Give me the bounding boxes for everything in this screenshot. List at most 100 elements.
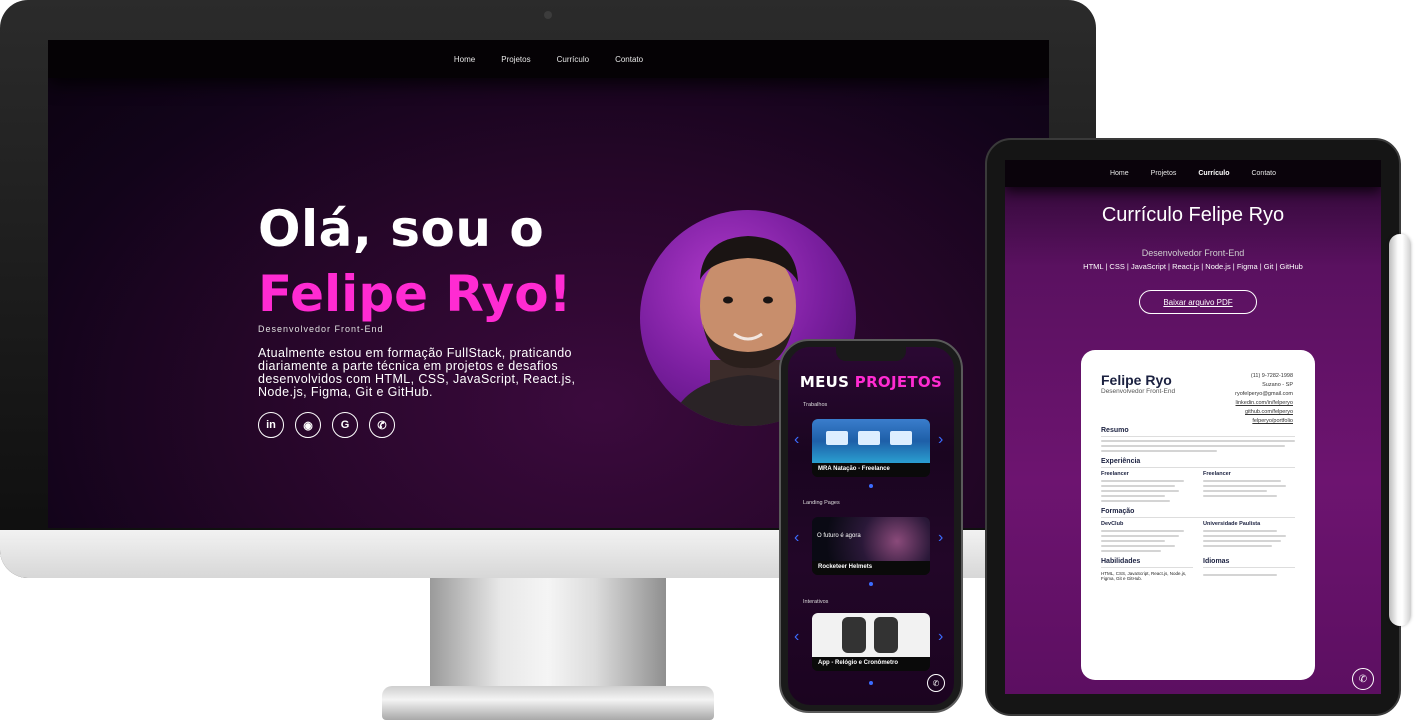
text-line — [1203, 540, 1282, 542]
tablet-nav-home[interactable]: Home — [1110, 170, 1129, 177]
location-contact: Suzano - SP — [1262, 382, 1293, 388]
whatsapp-floating-icon[interactable]: ✆ — [927, 674, 945, 692]
nav-projetos[interactable]: Projetos — [501, 55, 530, 64]
text-line — [1203, 530, 1277, 532]
resume-section-experience: Experiência — [1101, 458, 1295, 468]
resume-section-skills: Habilidades — [1101, 558, 1193, 568]
linkedin-icon[interactable]: in — [258, 412, 284, 438]
resume-contacts: (11) 9-7282-1998 Suzano - SP ryofelperyo… — [1235, 372, 1293, 426]
experience-entry: Freelancer — [1203, 471, 1231, 477]
resume-section-summary: Resumo — [1101, 427, 1295, 437]
github-icon[interactable]: ◉ — [295, 412, 321, 438]
text-line — [1101, 540, 1166, 542]
education-entry: Universidade Paulista — [1203, 521, 1261, 527]
tablet-nav-curriculo[interactable]: Currículo — [1198, 170, 1229, 177]
whatsapp-icon[interactable]: ✆ — [369, 412, 395, 438]
text-line — [1203, 495, 1277, 497]
project-card-title: MRA Natação - Freelance — [812, 463, 930, 477]
desktop-navbar: Home Projetos Currículo Contato — [48, 40, 1049, 78]
section-label-landing-pages: Landing Pages — [803, 500, 840, 506]
tablet-nav-contato[interactable]: Contato — [1251, 170, 1276, 177]
education-entry: DevClub — [1101, 521, 1124, 527]
linkedin-link[interactable]: linkedin.com/in/felperyo — [1235, 399, 1293, 408]
text-line — [1101, 450, 1218, 452]
resume-section-education: Formação — [1101, 508, 1295, 518]
carousel-next-icon[interactable]: › — [938, 628, 943, 646]
text-line — [1203, 545, 1272, 547]
skills-text: HTML, CSS, JavaScript, React.js, Node.js… — [1101, 571, 1187, 581]
nav-contato[interactable]: Contato — [615, 55, 643, 64]
hero-greeting: Olá, sou o — [258, 200, 545, 258]
project-card-rocketeer[interactable]: O futuro é agora Rocketeer Helmets — [812, 517, 930, 575]
thumb-tile — [826, 431, 848, 445]
text-line — [1101, 500, 1170, 502]
whatsapp-floating-icon[interactable]: ✆ — [1352, 668, 1374, 690]
skills-languages-row: Habilidades HTML, CSS, JavaScript, React… — [1101, 552, 1295, 581]
watch-icon — [842, 617, 866, 653]
text-line — [1203, 480, 1282, 482]
card-overlay-text: O futuro é agora — [817, 533, 861, 539]
resume-document: Felipe Ryo Desenvolvedor Front-End (11) … — [1081, 350, 1315, 680]
projects-heading: MEUS PROJETOS — [788, 373, 954, 391]
carousel-indicator[interactable] — [869, 484, 873, 488]
project-card-title: App - Relógio e Cronômetro — [812, 657, 930, 671]
social-links: in ◉ G ✆ — [258, 412, 395, 438]
monitor-stand-neck — [430, 578, 666, 690]
thumb-tile — [858, 431, 880, 445]
section-label-trabalhos: Trabalhos — [803, 402, 828, 408]
hero-role: Desenvolvedor Front-End — [258, 324, 384, 334]
watch-icon — [874, 617, 898, 653]
monitor-stand-base — [382, 686, 714, 720]
carousel-prev-icon[interactable]: ‹ — [794, 628, 799, 646]
phone-screen: MEUS PROJETOS Trabalhos ‹ MRA Natação - … — [788, 347, 954, 705]
text-line — [1101, 440, 1295, 442]
hero-name: Felipe Ryo! — [258, 265, 572, 323]
project-card-relogio[interactable]: App - Relógio e Cronômetro — [812, 613, 930, 671]
experience-columns: Freelancer Freelancer — [1101, 468, 1295, 502]
carousel-next-icon[interactable]: › — [938, 529, 943, 547]
github-link[interactable]: github.com/felperyo — [1235, 408, 1293, 417]
text-line — [1203, 485, 1286, 487]
stylus-pencil — [1389, 234, 1411, 626]
download-pdf-button[interactable]: Baixar arquivo PDF — [1139, 290, 1257, 314]
projects-heading-white: MEUS — [799, 373, 850, 391]
text-line — [1101, 545, 1175, 547]
google-icon[interactable]: G — [332, 412, 358, 438]
text-line — [1101, 480, 1184, 482]
resume-section-languages: Idiomas — [1203, 558, 1295, 568]
text-line — [1101, 530, 1184, 532]
text-line — [1101, 485, 1175, 487]
hero-description: Atualmente estou em formação FullStack, … — [258, 346, 576, 399]
carousel-indicator[interactable] — [869, 681, 873, 685]
resume-stack: HTML | CSS | JavaScript | React.js | Nod… — [1083, 262, 1303, 271]
text-line — [1101, 535, 1180, 537]
text-line — [1203, 574, 1277, 576]
experience-entry: Freelancer — [1101, 471, 1129, 477]
project-card-title: Rocketeer Helmets — [812, 561, 930, 575]
projects-heading-pink: PROJETOS — [854, 373, 943, 391]
project-card-mra[interactable]: MRA Natação - Freelance — [812, 419, 930, 477]
text-line — [1101, 490, 1180, 492]
tablet-screen: Home Projetos Currículo Contato Currícul… — [1005, 160, 1381, 694]
carousel-next-icon[interactable]: › — [938, 431, 943, 449]
carousel-indicator[interactable] — [869, 582, 873, 586]
project-thumbnail — [812, 419, 930, 463]
phone-notch — [836, 347, 906, 361]
portfolio-link[interactable]: felperyo/portfolio — [1235, 417, 1293, 426]
resume-page-title: Currículo Felipe Ryo — [1101, 204, 1285, 226]
mockup-stage: Home Projetos Currículo Contato Olá, sou… — [0, 0, 1417, 722]
nav-home[interactable]: Home — [454, 55, 475, 64]
section-label-interativos: Interativos — [803, 599, 829, 605]
education-columns: DevClub Universidade Paulista — [1101, 518, 1295, 552]
email-contact[interactable]: ryofelperyo@gmail.com — [1235, 390, 1293, 399]
tablet-nav-projetos[interactable]: Projetos — [1151, 170, 1177, 177]
project-thumbnail: O futuro é agora — [812, 517, 930, 561]
project-thumbnail — [812, 613, 930, 657]
nav-curriculo[interactable]: Currículo — [557, 55, 589, 64]
text-line — [1203, 535, 1286, 537]
camera-icon — [544, 11, 552, 19]
tablet-navbar: Home Projetos Currículo Contato — [1005, 160, 1381, 187]
carousel-prev-icon[interactable]: ‹ — [794, 431, 799, 449]
carousel-prev-icon[interactable]: ‹ — [794, 529, 799, 547]
phone-contact: (11) 9-7282-1998 — [1250, 373, 1293, 379]
